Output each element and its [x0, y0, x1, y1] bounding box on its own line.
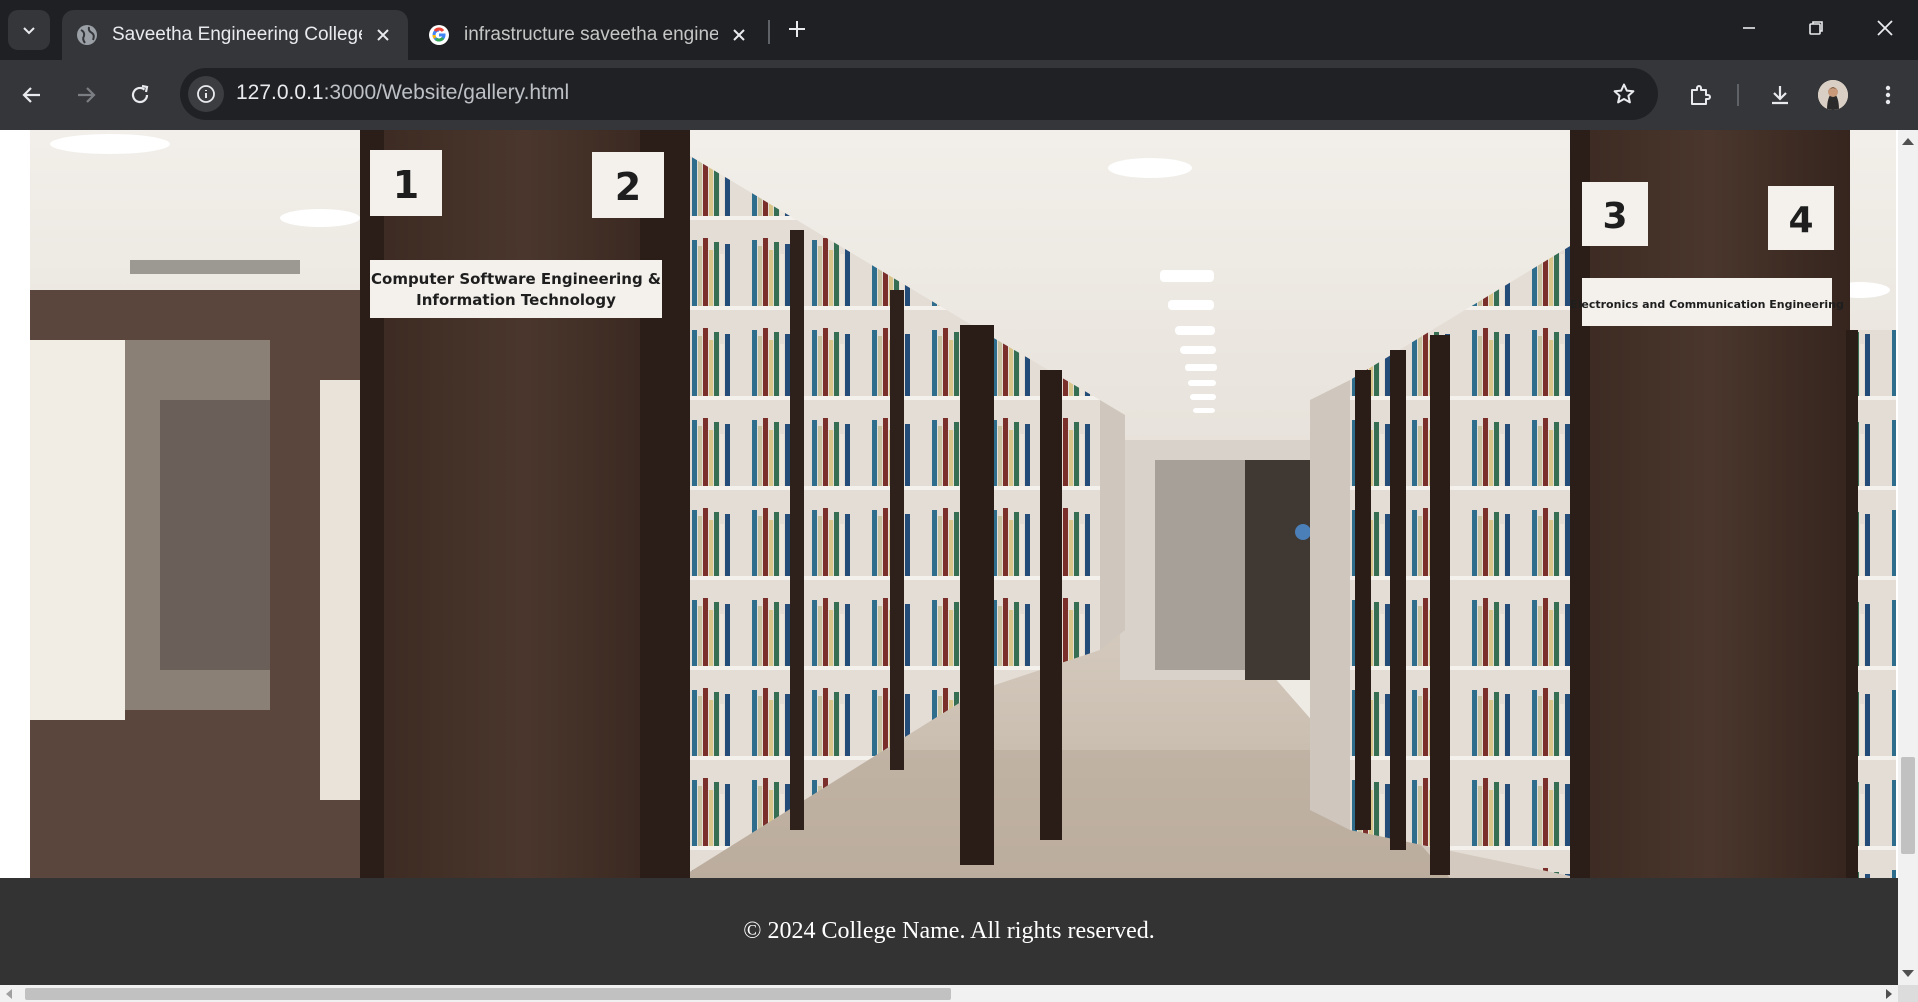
puzzle-icon [1691, 85, 1711, 105]
tab-infrastructure[interactable]: infrastructure saveetha enginee [414, 10, 764, 60]
browser-toolbar: 127.0.0.1:3000/Website/gallery.html [0, 60, 1918, 130]
profile-avatar[interactable] [1818, 80, 1848, 110]
tab-search-button[interactable] [8, 10, 50, 50]
back-button[interactable] [12, 75, 52, 115]
scroll-down-arrow[interactable] [1902, 970, 1914, 977]
tab-strip: Saveetha Engineering College infrastruct… [0, 0, 1918, 60]
scrollbar-corner [1898, 985, 1918, 1002]
page-footer: © 2024 College Name. All rights reserved… [0, 878, 1898, 985]
globe-icon [77, 25, 97, 45]
new-tab-button[interactable] [780, 12, 814, 46]
close-icon [733, 29, 745, 41]
close-tab-button[interactable] [728, 24, 750, 46]
address-bar[interactable]: 127.0.0.1:3000/Website/gallery.html [180, 68, 1658, 120]
close-icon [377, 29, 389, 41]
url-path: :3000/Website/gallery.html [323, 81, 570, 104]
minimize-icon [1743, 27, 1755, 29]
scroll-left-arrow[interactable] [6, 989, 12, 999]
tab-saveetha[interactable]: Saveetha Engineering College [62, 10, 408, 60]
extensions-button[interactable] [1680, 75, 1720, 115]
scroll-right-arrow[interactable] [1886, 989, 1892, 999]
downloads-button[interactable] [1760, 75, 1800, 115]
library-photo: 1 2 3 4 Computer Software Engineering & … [30, 130, 1896, 878]
vertical-scroll-thumb[interactable] [1901, 757, 1915, 854]
restore-icon [1809, 21, 1823, 35]
url-host: 127.0.0.1 [236, 81, 324, 104]
reload-icon [131, 84, 149, 104]
bookmark-button[interactable] [1604, 74, 1644, 114]
tab-title: infrastructure saveetha enginee [464, 24, 718, 45]
site-info-button[interactable] [188, 76, 224, 112]
bay-number-4: 4 [1788, 200, 1813, 241]
info-icon [197, 85, 215, 103]
horizontal-scrollbar[interactable] [0, 985, 1898, 1002]
star-icon [1613, 83, 1635, 104]
download-icon [1772, 86, 1788, 105]
gallery-image: 1 2 3 4 Computer Software Engineering & … [30, 130, 1896, 878]
chevron-down-icon [23, 27, 35, 35]
menu-button[interactable] [1868, 75, 1908, 115]
vertical-scrollbar[interactable] [1898, 130, 1918, 985]
tab-title: Saveetha Engineering College [112, 24, 362, 45]
url-text[interactable]: 127.0.0.1:3000/Website/gallery.html [236, 81, 569, 105]
profile-icon [1818, 80, 1848, 110]
horizontal-scroll-thumb[interactable] [25, 988, 951, 1000]
footer-copyright: © 2024 College Name. All rights reserved… [743, 918, 1155, 944]
bay-number-3: 3 [1602, 196, 1627, 237]
sign-right: Electronics and Communication Engineerin… [1570, 298, 1844, 311]
sign-left-line-1: Computer Software Engineering & [371, 270, 661, 288]
plus-icon [789, 21, 805, 37]
minimize-button[interactable] [1726, 8, 1772, 48]
scroll-up-arrow[interactable] [1902, 138, 1914, 145]
sign-left-line-2: Information Technology [416, 291, 616, 309]
bay-number-2: 2 [615, 165, 641, 209]
forward-button[interactable] [66, 75, 106, 115]
arrow-right-icon [78, 87, 96, 103]
close-icon [1877, 20, 1893, 36]
arrow-left-icon [22, 87, 40, 103]
page-viewport: 1 2 3 4 Computer Software Engineering & … [0, 130, 1898, 985]
close-window-button[interactable] [1862, 8, 1908, 48]
toolbar-divider [1737, 84, 1739, 106]
tab-separator [768, 20, 770, 44]
reload-button[interactable] [120, 75, 160, 115]
restore-button[interactable] [1793, 8, 1839, 48]
bay-number-1: 1 [393, 163, 419, 207]
more-vert-icon [1885, 85, 1891, 105]
google-icon [429, 25, 449, 45]
close-tab-button[interactable] [372, 24, 394, 46]
